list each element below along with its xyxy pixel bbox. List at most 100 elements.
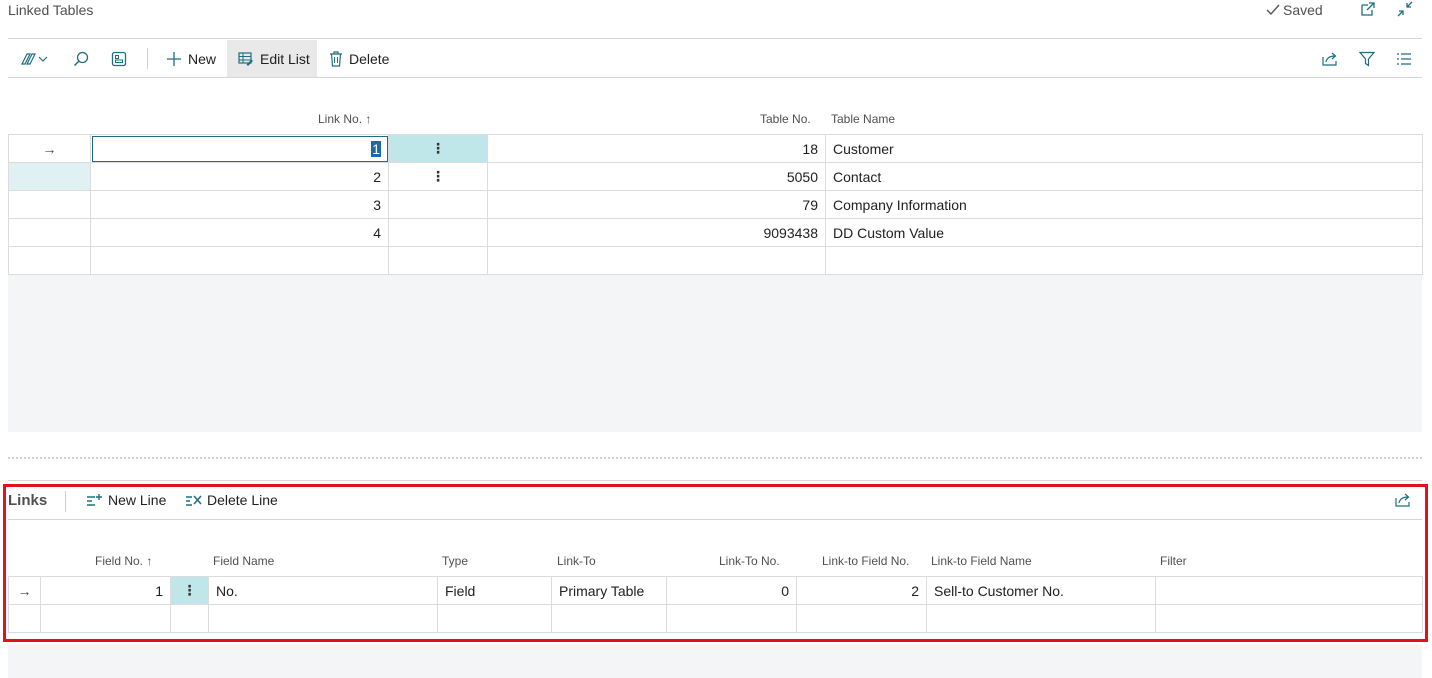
page-title: Linked Tables (8, 2, 94, 18)
link-to-field-name-cell[interactable]: Sell-to Customer No. (926, 576, 1156, 605)
row-menu-button[interactable] (388, 190, 488, 219)
table-row[interactable]: 3 79 Company Information (8, 190, 1423, 219)
new-button[interactable]: New (166, 40, 216, 77)
row-arrow-icon: → (8, 576, 41, 605)
toolbar-separator (147, 48, 148, 69)
table-name-cell[interactable]: Company Information (825, 190, 1423, 219)
links-toolbar-separator (65, 491, 66, 512)
table-row-empty[interactable] (8, 246, 1423, 275)
table-no-cell[interactable]: 9093438 (487, 218, 826, 247)
share-button[interactable] (1322, 40, 1339, 77)
edit-list-button[interactable]: Edit List (227, 40, 317, 77)
table-name-cell[interactable]: Contact (825, 162, 1423, 191)
column-header-table-no[interactable]: Table No. (760, 112, 811, 126)
edit-list-icon (238, 51, 254, 67)
column-header-link-to-field-no[interactable]: Link-to Field No. (822, 554, 909, 568)
row-selector[interactable] (8, 162, 91, 191)
type-cell[interactable] (437, 604, 552, 633)
copilot-menu-button[interactable] (18, 40, 48, 77)
column-header-filter[interactable]: Filter (1160, 554, 1187, 568)
links-top-divider (8, 480, 1422, 481)
row-menu-button[interactable] (388, 218, 488, 247)
table-name-cell[interactable] (825, 246, 1423, 275)
vertical-dots-icon: ⋮ (431, 140, 445, 156)
link-to-no-cell[interactable] (666, 604, 797, 633)
toolbar-bottom-divider (8, 77, 1422, 78)
table-name-cell[interactable]: Customer (825, 134, 1423, 163)
table-no-cell[interactable]: 79 (487, 190, 826, 219)
table-no-cell[interactable]: 18 (487, 134, 826, 163)
delete-button[interactable]: Delete (329, 40, 389, 77)
column-header-table-name[interactable]: Table Name (831, 112, 895, 126)
column-header-type[interactable]: Type (442, 554, 468, 568)
table-row[interactable]: → 1 ⋮ 18 Customer (8, 134, 1423, 163)
link-to-field-no-cell[interactable] (796, 604, 927, 633)
column-header-link-to-field-name[interactable]: Link-to Field Name (931, 554, 1032, 568)
table-name-cell[interactable]: DD Custom Value (825, 218, 1423, 247)
layout-button[interactable] (111, 40, 127, 77)
row-menu-button[interactable] (170, 604, 209, 633)
row-selector[interactable] (8, 218, 91, 247)
link-no-cell[interactable]: 4 (90, 218, 389, 247)
table-row[interactable]: 2 ⋮ 5050 Contact (8, 162, 1423, 191)
search-button[interactable] (73, 40, 89, 77)
row-menu-button[interactable]: ⋮ (170, 576, 209, 605)
link-no-cell[interactable] (90, 246, 389, 275)
links-share-button[interactable] (1395, 492, 1412, 508)
link-to-cell[interactable] (551, 604, 667, 633)
filter-cell[interactable] (1155, 604, 1423, 633)
edit-list-button-label: Edit List (260, 50, 310, 67)
list-view-button[interactable] (1396, 40, 1412, 77)
new-line-icon (86, 493, 103, 507)
list-icon (1396, 52, 1412, 66)
row-menu-button[interactable]: ⋮ (388, 134, 488, 163)
field-no-cell[interactable] (40, 604, 171, 633)
link-no-cell[interactable]: 3 (90, 190, 389, 219)
open-in-new-window-icon[interactable] (1360, 1, 1378, 17)
pane-splitter[interactable] (8, 457, 1422, 459)
link-to-no-cell[interactable]: 0 (666, 576, 797, 605)
table-row[interactable]: → 1 ⋮ No. Field Primary Table 0 2 Sell-t… (8, 576, 1423, 605)
new-line-button[interactable]: New Line (86, 492, 166, 508)
link-no-value[interactable]: 1 (371, 140, 381, 157)
delete-line-button[interactable]: Delete Line (185, 492, 278, 508)
links-grid: → 1 ⋮ No. Field Primary Table 0 2 Sell-t… (8, 576, 1423, 633)
link-to-field-no-cell[interactable]: 2 (796, 576, 927, 605)
link-to-cell[interactable]: Primary Table (551, 576, 667, 605)
column-header-link-to-no[interactable]: Link-To No. (719, 554, 780, 568)
row-selector[interactable] (8, 246, 91, 275)
field-no-cell[interactable]: 1 (40, 576, 171, 605)
field-name-cell[interactable] (208, 604, 438, 633)
column-header-field-no[interactable]: Field No. ↑ (95, 554, 152, 568)
row-selector[interactable] (8, 190, 91, 219)
filter-cell[interactable] (1155, 576, 1423, 605)
layout-icon (111, 51, 127, 67)
copilot-icon (18, 51, 48, 67)
links-section-title[interactable]: Links (8, 492, 47, 509)
link-to-field-name-cell[interactable] (926, 604, 1156, 633)
type-cell[interactable]: Field (437, 576, 552, 605)
plus-icon (166, 51, 182, 67)
collapse-icon[interactable] (1397, 1, 1415, 17)
link-no-cell[interactable]: 2 (90, 162, 389, 191)
linked-tables-grid: → 1 ⋮ 18 Customer 2 ⋮ 5050 Contact 3 79 … (8, 134, 1423, 275)
row-menu-button[interactable]: ⋮ (388, 162, 488, 191)
delete-button-label: Delete (349, 50, 390, 67)
filter-button[interactable] (1359, 40, 1375, 77)
table-no-cell[interactable]: 5050 (487, 162, 826, 191)
row-arrow-icon: → (8, 134, 91, 163)
table-row[interactable]: 4 9093438 DD Custom Value (8, 218, 1423, 247)
table-no-cell[interactable] (487, 246, 826, 275)
column-header-link-no[interactable]: Link No. ↑ (318, 112, 371, 126)
link-no-cell[interactable]: 1 (90, 134, 389, 163)
row-menu-button[interactable] (388, 246, 488, 275)
column-header-field-name[interactable]: Field Name (213, 554, 274, 568)
save-status: Saved (1266, 2, 1323, 18)
field-name-cell[interactable]: No. (208, 576, 438, 605)
links-grid-background (8, 644, 1422, 678)
delete-line-icon (185, 493, 202, 507)
toolbar-top-divider (8, 38, 1422, 39)
row-selector[interactable] (8, 604, 41, 633)
table-row-empty[interactable] (8, 604, 1423, 633)
column-header-link-to[interactable]: Link-To (557, 554, 596, 568)
